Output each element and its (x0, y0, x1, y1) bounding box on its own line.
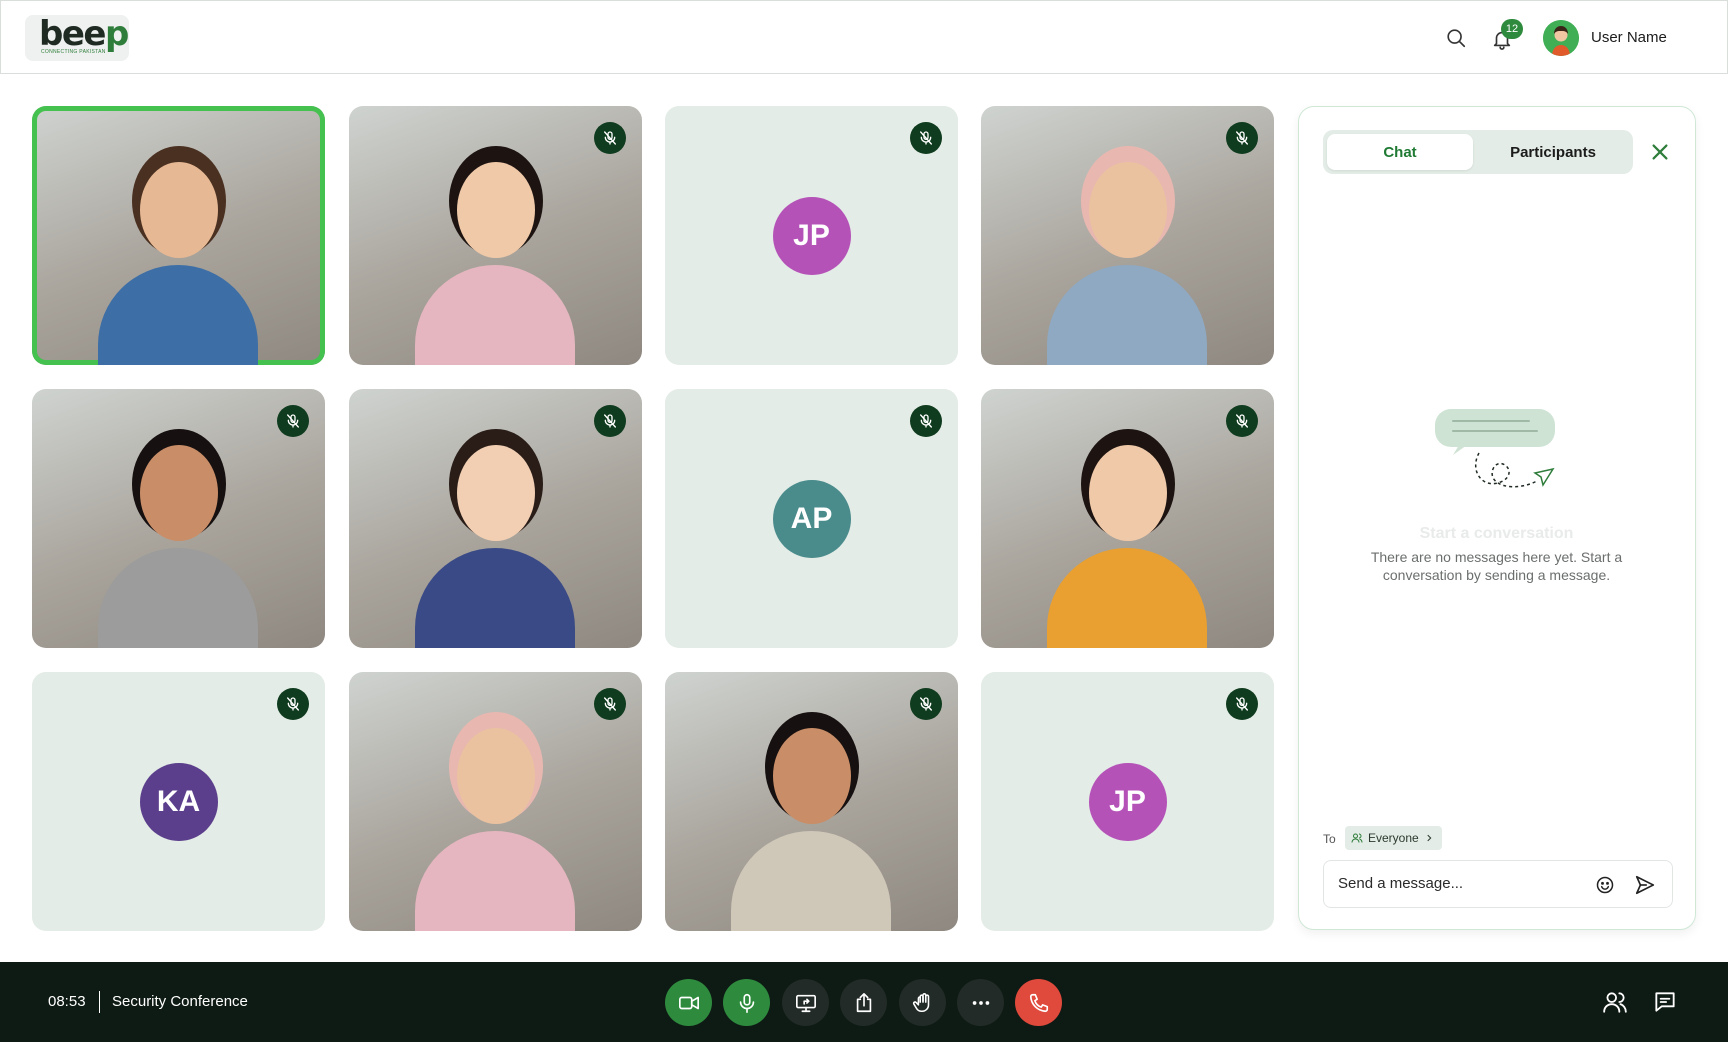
participant-video-face (457, 162, 535, 258)
participants-icon[interactable] (1602, 989, 1628, 1015)
participant-tile[interactable]: JP (981, 672, 1274, 931)
participant-video-body (1047, 265, 1207, 365)
mic-muted-icon (1226, 688, 1258, 720)
mic-muted-icon (594, 122, 626, 154)
mic-muted-icon (1226, 122, 1258, 154)
participant-video-face (457, 445, 535, 541)
participant-tile[interactable] (981, 389, 1274, 648)
microphone-icon (739, 993, 754, 1013)
video-camera-icon (678, 996, 699, 1009)
participant-video-body (98, 265, 258, 365)
mic-muted-icon (594, 688, 626, 720)
message-composer (1323, 860, 1673, 908)
participant-initials-avatar: JP (772, 196, 851, 275)
mic-muted-icon (277, 688, 309, 720)
participant-tile[interactable]: JP (665, 106, 958, 365)
participant-video-body (98, 548, 258, 648)
screen-share-icon (795, 994, 816, 1012)
participant-video-face (140, 445, 218, 541)
users-icon (1351, 833, 1363, 843)
participant-tile[interactable] (32, 106, 325, 365)
meeting-title: Security Conference (112, 993, 248, 1010)
participant-tile[interactable]: KA (32, 672, 325, 931)
participant-video-body (731, 831, 891, 931)
participant-initials-avatar: AP (772, 479, 851, 558)
call-control-bar: 08:53 Security Conference (0, 962, 1728, 1042)
participant-initials-avatar: KA (139, 762, 218, 841)
user-avatar[interactable] (1543, 20, 1579, 56)
mic-muted-icon (594, 405, 626, 437)
mic-muted-icon (910, 405, 942, 437)
participant-video-face (1089, 445, 1167, 541)
mic-muted-icon (910, 122, 942, 154)
to-label: To (1323, 832, 1336, 846)
empty-chat-text: There are no messages here yet. Start a … (1370, 549, 1623, 583)
mic-muted-icon (910, 688, 942, 720)
tab-participants[interactable]: Participants (1477, 134, 1629, 170)
tab-chat[interactable]: Chat (1327, 134, 1473, 170)
mic-toggle-button[interactable] (723, 979, 770, 1026)
chat-panel: Chat Participants Start a conversation T… (1298, 106, 1696, 930)
raise-hand-button[interactable] (899, 979, 946, 1026)
video-toggle-button[interactable] (665, 979, 712, 1026)
upload-share-icon (856, 992, 871, 1012)
beep-logo[interactable]: beep CONNECTING PAKISTAN (25, 15, 129, 61)
phone-icon (1029, 993, 1048, 1012)
participant-tile[interactable] (32, 389, 325, 648)
more-dots-icon (972, 1000, 989, 1005)
avatar-portrait (1543, 20, 1579, 56)
message-input[interactable] (1338, 875, 1578, 892)
emoji-icon[interactable] (1595, 875, 1615, 895)
participant-video-body (415, 831, 575, 931)
close-icon[interactable] (1649, 141, 1671, 163)
chat-tabs: Chat Participants (1323, 130, 1633, 174)
recipient-selector[interactable]: Everyone (1345, 826, 1442, 850)
recipient-label: Everyone (1368, 831, 1419, 845)
divider (99, 991, 100, 1013)
notification-badge: 12 (1501, 19, 1523, 39)
screen-share-button[interactable] (782, 979, 829, 1026)
participant-tile[interactable] (349, 672, 642, 931)
search-icon[interactable] (1445, 27, 1467, 49)
empty-chat-illustration (1435, 409, 1555, 488)
participant-video-face (457, 728, 535, 824)
participant-tile[interactable] (665, 672, 958, 931)
participant-tile[interactable] (349, 389, 642, 648)
mic-muted-icon (277, 405, 309, 437)
participant-video-face (1089, 162, 1167, 258)
participant-video-body (415, 548, 575, 648)
participant-tile[interactable] (349, 106, 642, 365)
end-call-button[interactable] (1015, 979, 1062, 1026)
top-header: beep CONNECTING PAKISTAN 12 User Name (0, 0, 1728, 74)
participant-video-body (1047, 548, 1207, 648)
participant-tile[interactable]: AP (665, 389, 958, 648)
mic-muted-icon (1226, 405, 1258, 437)
chevron-right-icon (1427, 834, 1432, 842)
participant-tile[interactable] (981, 106, 1274, 365)
hand-icon (912, 992, 929, 1012)
call-time: 08:53 (48, 993, 86, 1010)
chat-icon[interactable] (1652, 989, 1678, 1015)
logo-tagline: CONNECTING PAKISTAN (41, 49, 106, 55)
empty-chat-title: Start a conversation (1419, 525, 1574, 542)
send-icon[interactable] (1634, 874, 1656, 896)
share-button[interactable] (840, 979, 887, 1026)
participant-video-body (415, 265, 575, 365)
participant-video-face (773, 728, 851, 824)
logo-word: beep (39, 14, 129, 54)
more-options-button[interactable] (957, 979, 1004, 1026)
user-name[interactable]: User Name (1591, 29, 1667, 46)
participant-initials-avatar: JP (1088, 762, 1167, 841)
participant-video-face (140, 162, 218, 258)
